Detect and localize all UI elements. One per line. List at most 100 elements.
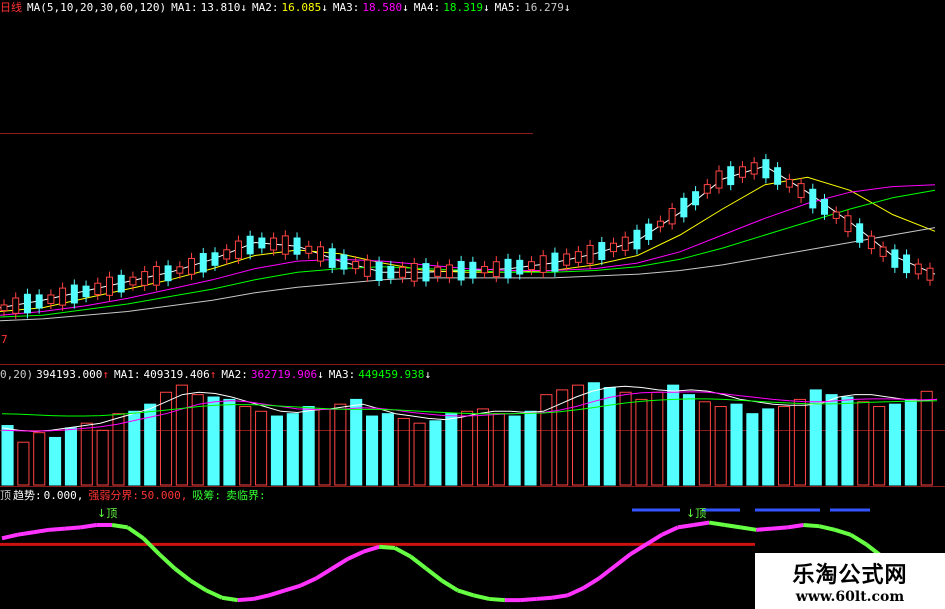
trend-segment [299, 576, 318, 588]
trend-segment [346, 549, 365, 561]
watermark-url: www.60lt.com [795, 589, 905, 605]
watermark-title: 乐淘公式网 [792, 563, 908, 588]
volume-bar [888, 403, 902, 486]
trend-segment [724, 522, 741, 530]
volume-bar [429, 420, 442, 486]
trend-segment [284, 583, 302, 593]
candle-body [199, 253, 207, 273]
volume-bar [778, 406, 791, 486]
volume-bar [682, 394, 696, 486]
trend-segment [803, 522, 820, 529]
candle-body [621, 236, 629, 251]
volume-bar [730, 403, 743, 486]
candle-body [481, 266, 489, 274]
trend-segment [409, 554, 428, 571]
candle-body [891, 249, 899, 268]
volume-bar [17, 441, 30, 486]
volume-bar [762, 408, 775, 486]
volume-bar [524, 410, 537, 486]
candle-body [809, 188, 817, 209]
candle-body [422, 263, 430, 282]
trend-segment [315, 566, 334, 581]
volume-ma-line-1 [1, 385, 938, 433]
volume-bar [175, 384, 188, 486]
trend-segment [677, 522, 694, 530]
candle-body [316, 246, 324, 262]
trend-segment [111, 522, 129, 530]
volume-bar [334, 403, 347, 486]
volume-bar [825, 394, 838, 486]
candle-body [434, 266, 442, 277]
candle-body [59, 287, 67, 306]
candle-body [94, 282, 102, 295]
trend-segment [582, 576, 601, 590]
candle-body [445, 264, 453, 279]
top-marker: ↓顶 [97, 507, 117, 520]
candle-body [633, 229, 641, 250]
trend-segment [142, 536, 161, 556]
candle-body [129, 276, 137, 286]
trend-segment [597, 564, 617, 580]
trend-segment [268, 588, 286, 598]
candle-body [645, 223, 653, 240]
candle-body [305, 245, 313, 254]
volume-bar [413, 422, 426, 486]
volume-bar [445, 413, 458, 486]
candle-body [0, 304, 8, 312]
volume-bar [587, 382, 600, 486]
trend-segment [472, 593, 490, 601]
candle-body [574, 251, 582, 263]
volume-bar [508, 415, 521, 486]
trend-segment [173, 567, 192, 583]
volume-bar [96, 429, 109, 486]
candle-body [117, 274, 125, 293]
candle-body [762, 159, 770, 179]
volume-bar [365, 415, 379, 486]
candle-body [703, 184, 711, 194]
trend-segment [536, 595, 553, 601]
volume-bar [603, 387, 616, 486]
candle-body [375, 261, 383, 281]
volume-bar [397, 417, 410, 486]
volume-bar [381, 413, 394, 486]
trend-segment [330, 557, 349, 571]
candle-body [35, 294, 43, 309]
volume-bar [239, 406, 252, 486]
volume-bar [904, 398, 917, 486]
candle-body [152, 266, 160, 286]
candle-body [656, 220, 664, 228]
trend-segment [393, 546, 412, 559]
candle-body [680, 197, 688, 218]
volume-bar [461, 410, 474, 486]
trend-segment [48, 526, 66, 532]
trend-segment [849, 532, 868, 547]
chart-canvas[interactable]: ↓顶 ↓顶 [0, 0, 945, 609]
candle-body [856, 223, 864, 243]
candle-body [12, 297, 20, 314]
volume-bar [286, 413, 299, 486]
candle-body [70, 284, 78, 304]
candle-body [457, 260, 465, 281]
candle-body [551, 252, 559, 272]
candle-body [586, 244, 594, 264]
volume-bar [207, 396, 220, 486]
trend-segment [457, 588, 475, 598]
volume-bar [223, 398, 236, 486]
volume-bar [191, 394, 204, 486]
candle-body [832, 211, 840, 219]
candle-body [469, 261, 477, 279]
volume-bar [572, 384, 585, 486]
candle-body [903, 254, 911, 274]
price-ma-line-3 [0, 184, 936, 316]
trend-segment [566, 586, 585, 598]
trend-segment [378, 544, 396, 551]
trend-segment [708, 520, 726, 527]
volume-bar [793, 398, 806, 486]
volume-bar [1, 425, 14, 486]
trend-segment [693, 520, 710, 527]
trend-segment [520, 596, 537, 603]
volume-bar [920, 390, 933, 486]
candle-body [692, 191, 700, 206]
candle-body [352, 261, 360, 270]
volume-bar [857, 401, 870, 486]
